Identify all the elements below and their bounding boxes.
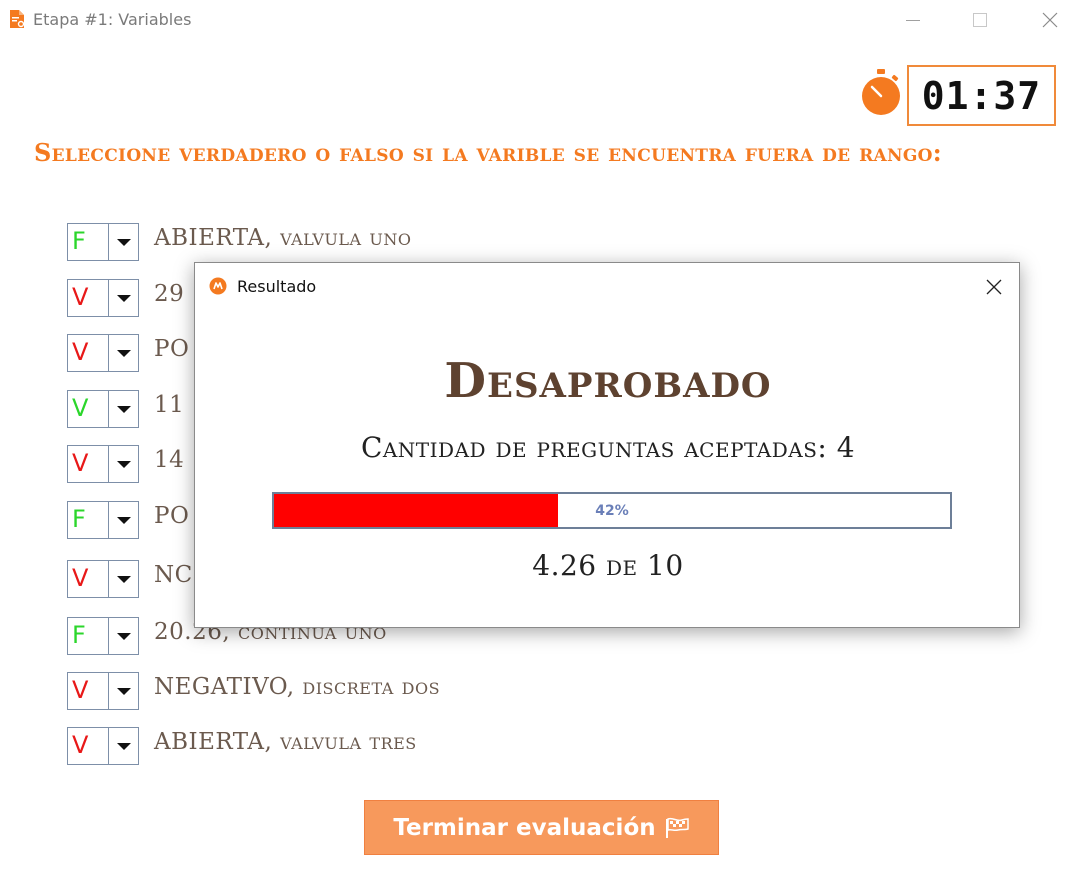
chevron-down-icon[interactable] <box>109 618 138 654</box>
close-icon <box>986 279 1002 295</box>
answer-value: V <box>68 673 109 709</box>
answer-value: F <box>68 224 109 260</box>
question-text: PO <box>154 336 190 362</box>
timer-value: 01:37 <box>921 73 1042 118</box>
chevron-down-icon[interactable] <box>109 224 138 260</box>
finish-button-label: Terminar evaluación <box>393 814 656 841</box>
question-row: F ABIERTA, valvula uno <box>67 223 767 261</box>
finish-evaluation-button[interactable]: Terminar evaluación <box>364 800 719 855</box>
answer-select[interactable]: F <box>67 617 139 655</box>
answer-select[interactable]: V <box>67 672 139 710</box>
stopwatch-icon <box>862 69 900 115</box>
question-text: NC <box>154 562 193 588</box>
question-text: PO <box>154 503 190 529</box>
answer-value: V <box>68 728 109 764</box>
dialog-title: Resultado <box>237 277 317 296</box>
chevron-down-icon[interactable] <box>109 728 138 764</box>
chevron-down-icon[interactable] <box>109 673 138 709</box>
answer-select[interactable]: F <box>67 501 139 539</box>
chevron-down-icon[interactable] <box>109 502 138 538</box>
progress-label: 42% <box>595 502 629 519</box>
maximize-button[interactable] <box>951 0 1009 40</box>
chevron-down-icon[interactable] <box>109 391 138 427</box>
dialog-close-button[interactable] <box>981 275 1007 299</box>
maximize-icon <box>973 13 987 27</box>
chevron-down-icon[interactable] <box>109 446 138 482</box>
answer-select[interactable]: V <box>67 334 139 372</box>
question-text: 11 <box>154 392 185 418</box>
minimize-button[interactable] <box>884 0 942 40</box>
answer-value: F <box>68 618 109 654</box>
score-progress-bar: 42% <box>272 492 952 529</box>
answer-select[interactable]: V <box>67 560 139 598</box>
answer-select[interactable]: V <box>67 279 139 317</box>
question-row: V NEGATIVO, discreta dos <box>67 672 767 710</box>
answer-value: V <box>68 561 109 597</box>
answer-value: F <box>68 502 109 538</box>
instruction-text: Seleccione verdadero o falso si la varib… <box>34 138 942 167</box>
chevron-down-icon[interactable] <box>109 561 138 597</box>
question-text: ABIERTA, valvula tres <box>154 729 417 755</box>
score-text: 4.26 de 10 <box>532 549 684 582</box>
question-text: 29 <box>154 281 185 307</box>
question-text: 14 <box>154 447 185 473</box>
answer-value: V <box>68 446 109 482</box>
window-title: Etapa #1: Variables <box>33 10 192 29</box>
answer-value: V <box>68 280 109 316</box>
answer-select[interactable]: V <box>67 445 139 483</box>
minimize-icon <box>906 19 920 21</box>
question-row: V ABIERTA, valvula tres <box>67 727 767 765</box>
question-text: NEGATIVO, discreta dos <box>154 674 441 700</box>
chevron-down-icon[interactable] <box>109 335 138 371</box>
answer-value: V <box>68 391 109 427</box>
close-button[interactable] <box>1021 0 1078 40</box>
answer-select[interactable]: V <box>67 390 139 428</box>
accepted-count: Cantidad de preguntas aceptadas: 4 <box>360 431 856 464</box>
result-status: Desaprobado <box>444 353 772 409</box>
close-icon <box>1042 12 1058 28</box>
answer-select[interactable]: V <box>67 727 139 765</box>
result-dialog: Resultado Desaprobado Cantidad de pregun… <box>194 262 1020 628</box>
answer-value: V <box>68 335 109 371</box>
answer-select[interactable]: F <box>67 223 139 261</box>
document-icon <box>10 10 25 28</box>
question-text: ABIERTA, valvula uno <box>154 225 412 251</box>
title-bar: Etapa #1: Variables <box>0 0 1078 40</box>
app-logo-icon <box>209 277 227 295</box>
timer-display: 01:37 <box>907 65 1056 126</box>
checkered-flag-icon <box>665 817 689 838</box>
chevron-down-icon[interactable] <box>109 280 138 316</box>
